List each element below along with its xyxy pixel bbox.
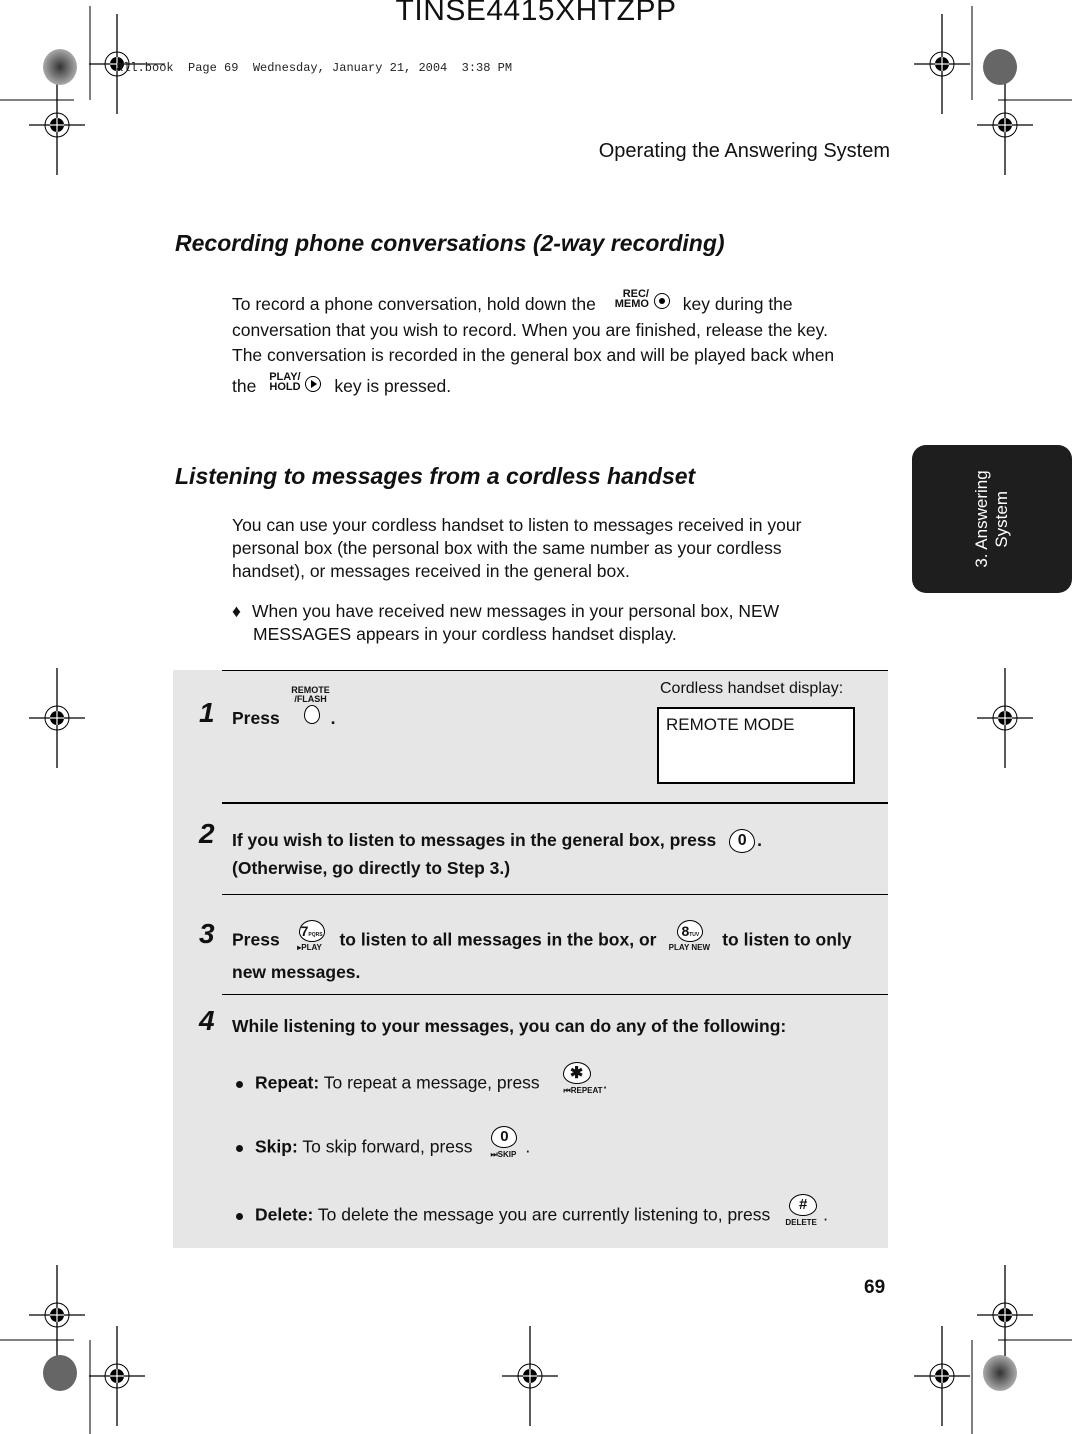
crosshair-mark-icon [913,1325,971,1427]
crosshair-mark-icon [976,667,1034,769]
crosshair-mark-icon [976,74,1034,176]
rec-memo-key: REC/MEMO [615,288,670,314]
step-number: 2 [199,818,215,849]
remote-flash-key: REMOTE/FLASH [291,686,331,728]
step-4-text: While listening to your messages, you ca… [232,1016,787,1036]
key-0-skip: 0 ⏭SKIP [490,1126,518,1159]
section2-paragraph: You can use your cordless handset to lis… [232,515,802,581]
key-7-play: 7PQRS ▸PLAY [291,920,329,954]
divider [222,994,888,995]
color-target-icon [983,49,1017,85]
crosshair-mark-icon [976,1264,1034,1366]
crosshair-mark-icon [501,1325,559,1427]
bullet-dot-icon [236,1144,243,1152]
play-icon [305,375,322,392]
crosshair-mark-icon [88,1325,146,1427]
record-icon [653,292,670,309]
file-stamp: all.book Page 69 Wednesday, January 21, … [116,61,513,75]
divider [222,670,888,671]
color-target-icon [43,1355,77,1391]
step-number: 3 [199,918,215,949]
color-target-icon [983,1355,1017,1391]
step-1-text: Press REMOTE/FLASH . [232,685,336,728]
key-8-play-new: 8TUV PLAY NEW [667,920,711,954]
crosshair-mark-icon [28,74,86,176]
crosshair-mark-icon [28,667,86,769]
key-0: 0 [729,829,756,854]
bullet-skip: Skip: To skip forward, press 0 ⏭SKIP . [236,1126,530,1166]
chapter-tab-label: 3. Answering System [972,470,1011,568]
section-title-recording: Recording phone conversations (2-way rec… [175,230,725,256]
section1-paragraph: To record a phone conversation, hold dow… [232,287,835,397]
diamond-bullet-icon: ♦ [232,601,241,621]
page-number: 69 [864,1277,886,1298]
document-code: TINSE4415XHTZPP [395,0,677,27]
divider [222,802,888,804]
running-head: Operating the Answering System [598,140,890,162]
section-title-listening: Listening to messages from a cordless ha… [175,463,696,489]
crosshair-mark-icon [28,1264,86,1366]
play-hold-key: PLAY/HOLD [269,371,322,397]
section2-bullet: ♦ When you have received new messages in … [232,601,780,644]
chapter-tab[interactable]: 3. Answering System [912,445,1072,593]
color-target-icon [43,49,77,85]
bullet-repeat: Repeat: To repeat a message, press ✱ ⏮RE… [236,1062,607,1102]
display-text: REMOTE MODE [666,715,795,734]
display-label: Cordless handset display: [660,680,844,697]
divider [222,894,888,895]
bullet-dot-icon [236,1212,243,1220]
step-3-text: Press 7PQRS ▸PLAY to listen to all messa… [232,920,852,986]
crosshair-mark-icon [913,13,971,115]
step-number: 1 [199,697,215,728]
step-number: 4 [199,1005,215,1036]
step-2-text: If you wish to listen to messages in the… [232,829,763,878]
key-star-repeat: ✱ ⏮REPEAT [549,1062,603,1098]
key-hash-delete: # DELETE [785,1194,818,1227]
bullet-dot-icon [236,1080,243,1088]
handset-display: REMOTE MODE [657,707,855,784]
bullet-delete: Delete: To delete the message you are cu… [236,1194,828,1234]
